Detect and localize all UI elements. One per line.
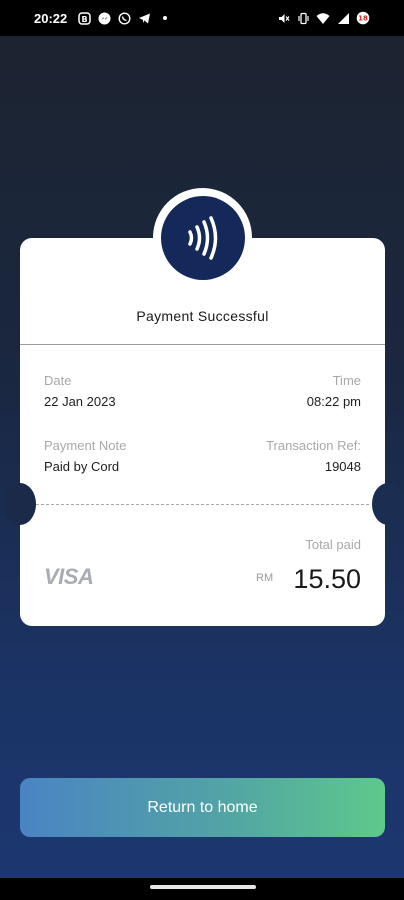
messenger-icon — [97, 11, 111, 25]
visa-logo: VISA — [44, 564, 94, 589]
navigation-bar — [0, 878, 404, 900]
status-time: 20:22 — [34, 10, 68, 26]
receipt-card: Payment Successful Date 22 Jan 2023 Time… — [20, 238, 385, 626]
transaction-ref-label: Transaction Ref: — [266, 438, 361, 453]
return-home-button[interactable]: Return to home — [20, 778, 385, 837]
status-bar-right: 18 — [276, 11, 370, 25]
transaction-ref-value: 19048 — [324, 459, 361, 474]
battery-level: 18 — [358, 15, 368, 23]
payment-note-label: Payment Note — [44, 438, 127, 453]
date-value: 22 Jan 2023 — [44, 394, 116, 409]
vibrate-icon — [296, 11, 310, 25]
status-bar-left: 20:22 B — [34, 10, 168, 26]
notification-dot — [163, 16, 168, 20]
payment-status-title: Payment Successful — [136, 308, 269, 324]
signal-icon — [336, 11, 350, 25]
total-paid-label: Total paid — [305, 537, 361, 552]
date-label: Date — [44, 373, 72, 388]
svg-text:B: B — [81, 15, 87, 24]
receipt-divider — [20, 344, 385, 345]
telegram-icon — [137, 11, 151, 25]
contactless-badge — [153, 188, 252, 287]
ticket-notch-left — [4, 483, 36, 525]
wifi-icon — [316, 11, 330, 25]
home-indicator[interactable] — [150, 885, 256, 889]
whatsapp-icon — [117, 11, 131, 25]
status-bar: 20:22 B 18 — [0, 0, 404, 36]
time-label: Time — [332, 373, 361, 388]
battery-icon: 18 — [356, 11, 370, 25]
contactless-icon — [160, 195, 245, 280]
currency-label: RM — [256, 572, 274, 584]
mute-icon — [276, 11, 290, 25]
time-value: 08:22 pm — [306, 394, 361, 409]
tear-line — [36, 504, 369, 505]
total-amount: 15.50 — [293, 564, 361, 594]
b-badge-icon: B — [77, 11, 91, 25]
payment-note-value: Paid by Cord — [44, 459, 120, 474]
ticket-notch-right — [372, 483, 404, 525]
